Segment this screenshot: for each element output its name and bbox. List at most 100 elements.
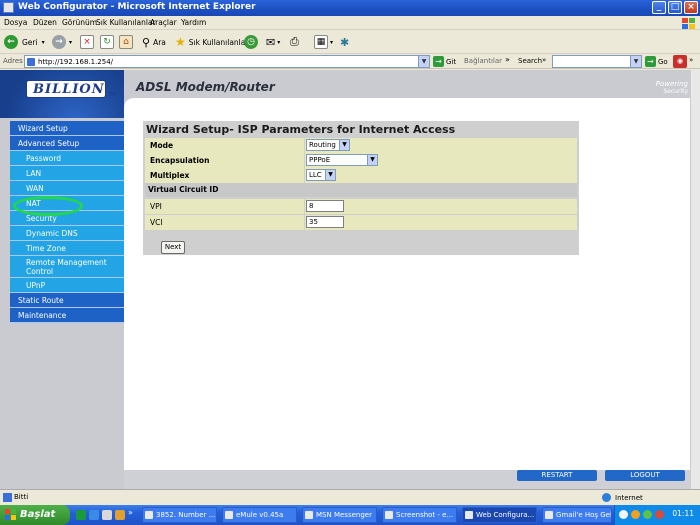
menu-favorites[interactable]: Sık Kullanılanlar bbox=[96, 18, 156, 27]
sidebar-item-static-route[interactable]: Static Route bbox=[10, 293, 124, 308]
taskbar: Başlat » 3852. Number ... eMule v0.45a M… bbox=[0, 505, 700, 525]
chevron-down-icon: ▾ bbox=[277, 38, 281, 46]
encapsulation-select[interactable]: PPPoE ▼ bbox=[306, 154, 378, 166]
tray-icon[interactable] bbox=[643, 510, 652, 519]
menu-file[interactable]: Dosya bbox=[4, 18, 27, 27]
menu-edit[interactable]: Düzen bbox=[33, 18, 57, 27]
sidebar-item-upnp[interactable]: UPnP bbox=[10, 278, 124, 293]
address-dropdown-button[interactable]: ▼ bbox=[418, 56, 429, 67]
search-button[interactable]: ⚲ Ara bbox=[142, 34, 166, 50]
task-button[interactable]: Gmail'e Hoş Gel... bbox=[542, 507, 612, 523]
sidebar-item-remote-management-control[interactable]: Remote Management Control bbox=[10, 256, 124, 278]
refresh-button[interactable]: ↻ bbox=[100, 34, 114, 50]
edit-button[interactable]: ▦ ▾ bbox=[314, 34, 333, 50]
sidebar-item-wan[interactable]: WAN bbox=[10, 181, 124, 196]
sidebar-item-lan[interactable]: LAN bbox=[10, 166, 124, 181]
menu-bar: Dosya Düzen Görünüm Sık Kullanılanlar Ar… bbox=[0, 16, 700, 30]
tray-icon[interactable] bbox=[631, 510, 640, 519]
sidebar: Wizard Setup Advanced Setup Password LAN WAN… bbox=[0, 70, 124, 489]
tray-icon[interactable] bbox=[655, 510, 664, 519]
windows-flag-icon bbox=[682, 18, 696, 30]
forward-button[interactable]: → ▾ bbox=[52, 34, 72, 50]
sidebar-item-wizard-setup[interactable]: Wizard Setup bbox=[10, 121, 124, 136]
menu-tools[interactable]: Araçlar bbox=[150, 18, 177, 27]
mode-label: Mode bbox=[145, 138, 304, 153]
back-label: Geri bbox=[22, 37, 38, 47]
page-title: ADSL Modem/Router bbox=[136, 80, 275, 94]
encapsulation-value: PPPoE bbox=[309, 156, 331, 164]
sidebar-item-advanced-setup[interactable]: Advanced Setup bbox=[10, 136, 124, 151]
chevron-right-icon[interactable]: » bbox=[505, 55, 510, 64]
go-arrow-icon: → bbox=[645, 56, 656, 67]
tray-icon[interactable] bbox=[619, 510, 628, 519]
search-dropdown-button[interactable]: ▼ bbox=[630, 56, 641, 67]
multiplex-select[interactable]: LLC ▼ bbox=[306, 169, 336, 181]
back-button[interactable]: ← Geri ▾ bbox=[4, 34, 45, 50]
address-input[interactable]: http://192.168.1.254/ ▼ bbox=[24, 55, 430, 68]
home-icon: ⌂ bbox=[119, 35, 133, 49]
task-button[interactable]: 3852. Number ... bbox=[142, 507, 217, 523]
history-button[interactable]: ◷ bbox=[244, 34, 258, 50]
vpi-input[interactable]: 8 bbox=[306, 200, 344, 212]
powering-line1: Powering bbox=[655, 80, 688, 88]
status-text: Bitti bbox=[14, 493, 29, 501]
window-title: Web Configurator - Microsoft Internet Ex… bbox=[18, 2, 256, 12]
system-tray: 01:11 bbox=[614, 505, 700, 525]
vci-input[interactable]: 35 bbox=[306, 216, 344, 228]
messenger-button[interactable]: ✱ bbox=[340, 34, 349, 50]
sidebar-item-dynamic-dns[interactable]: Dynamic DNS bbox=[10, 226, 124, 241]
toolbar-search-input[interactable]: ▼ bbox=[552, 55, 642, 68]
start-button[interactable]: Başlat bbox=[0, 505, 70, 525]
chevron-right-icon[interactable]: » bbox=[128, 508, 133, 517]
logout-button[interactable]: LOGOUT bbox=[605, 470, 685, 481]
task-button-active[interactable]: Web Configura... bbox=[462, 507, 537, 523]
next-button[interactable]: Next bbox=[161, 241, 185, 254]
menu-help[interactable]: Yardım bbox=[181, 18, 206, 27]
chevron-right-icon[interactable]: » bbox=[689, 56, 693, 64]
ie-icon bbox=[3, 2, 14, 13]
powering-line2: Security bbox=[663, 88, 688, 95]
mail-icon: ✉ bbox=[266, 35, 276, 49]
vertical-scrollbar[interactable] bbox=[690, 70, 700, 489]
home-button[interactable]: ⌂ bbox=[119, 34, 133, 50]
sidebar-item-password[interactable]: Password bbox=[10, 151, 124, 166]
links-label[interactable]: Bağlantılar bbox=[464, 57, 502, 65]
quicklaunch-icon[interactable] bbox=[102, 510, 112, 520]
stop-button[interactable]: × bbox=[80, 34, 94, 50]
quicklaunch-icon[interactable] bbox=[76, 510, 86, 520]
start-label: Başlat bbox=[20, 509, 56, 520]
popup-blocker-icon[interactable]: ◉ bbox=[673, 55, 687, 68]
sidebar-item-time-zone[interactable]: Time Zone bbox=[10, 241, 124, 256]
search-label: Ara bbox=[153, 37, 166, 47]
favorites-button[interactable]: ★ Sık Kullanılanlar bbox=[175, 34, 248, 50]
refresh-icon: ↻ bbox=[100, 35, 114, 49]
ie-quicklaunch-icon[interactable] bbox=[89, 510, 99, 520]
go-button[interactable]: → Git bbox=[433, 55, 456, 68]
quicklaunch-icon[interactable] bbox=[115, 510, 125, 520]
browser-toolbar: ← Geri ▾ → ▾ × ↻ ⌂ ⚲ Ara ★ Sık Kullanıla… bbox=[0, 30, 700, 54]
star-icon: ★ bbox=[175, 35, 186, 49]
back-arrow-icon: ← bbox=[4, 35, 18, 49]
task-button[interactable]: MSN Messenger bbox=[302, 507, 377, 523]
chevron-right-icon[interactable]: » bbox=[542, 56, 546, 64]
maximize-button[interactable]: □ bbox=[668, 1, 682, 14]
sidebar-item-maintenance[interactable]: Maintenance bbox=[10, 308, 124, 323]
mode-select[interactable]: Routing ▼ bbox=[306, 139, 350, 151]
print-button[interactable]: ⎙ bbox=[290, 34, 299, 50]
chevron-down-icon: ▾ bbox=[69, 38, 73, 46]
mail-button[interactable]: ✉ ▾ bbox=[266, 34, 280, 50]
printer-icon: ⎙ bbox=[290, 35, 299, 48]
restart-button[interactable]: RESTART bbox=[517, 470, 597, 481]
task-button[interactable]: eMule v0.45a bbox=[222, 507, 297, 523]
search-go-button[interactable]: → Go bbox=[645, 55, 668, 68]
encapsulation-row: Encapsulation PPPoE ▼ bbox=[145, 153, 577, 168]
minimize-button[interactable]: _ bbox=[652, 1, 666, 14]
logo-text: BILLION bbox=[33, 82, 105, 97]
menu-view[interactable]: Görünüm bbox=[62, 18, 97, 27]
close-button[interactable]: × bbox=[684, 1, 698, 14]
page-icon bbox=[3, 493, 12, 502]
address-label: Adres bbox=[3, 57, 23, 65]
nat-highlight-annotation bbox=[13, 196, 83, 216]
task-button[interactable]: Screenshot - e... bbox=[382, 507, 457, 523]
address-bar: Adres http://192.168.1.254/ ▼ → Git Bağl… bbox=[0, 54, 700, 69]
